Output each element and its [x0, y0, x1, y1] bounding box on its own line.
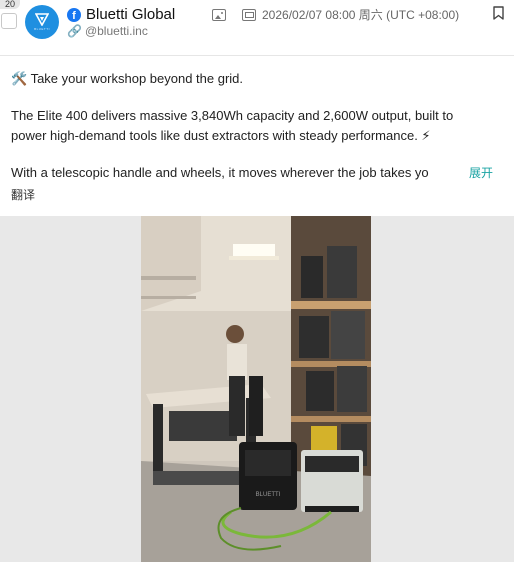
post-text-paragraph-2: The Elite 400 delivers massive 3,840Wh c… [11, 106, 506, 146]
image-icon [212, 8, 226, 21]
avatar-wordmark: BLUETTI [34, 27, 50, 31]
post-meta: 2026/02/07 08:00 周六 (UTC +08:00) [212, 6, 459, 23]
workshop-photo: BLUETTI [141, 216, 371, 562]
account-header: f Bluetti Global [67, 6, 175, 23]
post-datetime: 2026/02/07 08:00 周六 (UTC +08:00) [262, 8, 460, 22]
post-icon [242, 8, 256, 21]
post-text-line-1: 🛠️ Take your workshop beyond the grid. [11, 71, 244, 86]
account-name[interactable]: Bluetti Global [86, 6, 175, 23]
post-photo[interactable]: BLUETTI [141, 216, 371, 562]
post-text-line-2a: The Elite 400 delivers massive 3,840Wh c… [11, 108, 454, 123]
header-divider [0, 55, 514, 56]
avatar[interactable]: BLUETTI [25, 5, 59, 39]
bluetti-logo-icon [35, 13, 49, 26]
account-handle-row: 🔗 @bluetti.inc [67, 24, 148, 38]
account-handle[interactable]: @bluetti.inc [85, 24, 148, 38]
post-text-line-2b: power high-demand tools like dust extrac… [11, 128, 431, 143]
bookmark-icon[interactable] [493, 6, 504, 20]
power-station-label: BLUETTI [256, 492, 281, 498]
translate-link[interactable]: 翻译 [11, 186, 35, 204]
expand-link[interactable]: 展开 [469, 163, 493, 183]
list-index-badge: 20 [0, 0, 20, 9]
select-post-checkbox[interactable] [1, 13, 17, 29]
link-icon: 🔗 [67, 24, 82, 38]
facebook-icon: f [67, 7, 81, 22]
post-text-line-3: With a telescopic handle and wheels, it … [11, 165, 429, 180]
